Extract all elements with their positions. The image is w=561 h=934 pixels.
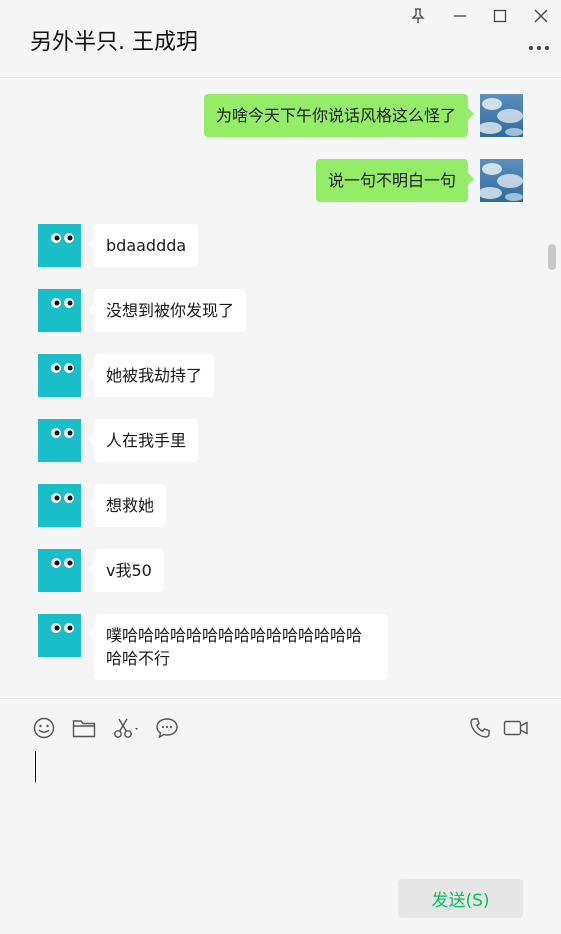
message-input[interactable] (30, 749, 530, 859)
more-icon[interactable] (527, 38, 551, 58)
avatar[interactable] (38, 289, 81, 332)
maximize-icon[interactable] (488, 5, 512, 27)
message-bubble[interactable]: 想救她 (87, 484, 167, 527)
chat-header: 另外半只. 王成玥 (0, 0, 561, 78)
video-icon[interactable] (502, 715, 530, 741)
avatar[interactable] (38, 354, 81, 397)
scrollbar-thumb[interactable] (548, 244, 556, 270)
folder-icon[interactable] (71, 715, 97, 741)
scissors-icon[interactable] (112, 715, 142, 741)
close-icon[interactable] (529, 5, 553, 27)
pin-icon[interactable] (406, 5, 430, 27)
avatar[interactable] (38, 484, 81, 527)
avatar[interactable] (38, 419, 81, 462)
chat-window: 另外半只. 王成玥 为啥今天下午你说话风格这么怪了 说一句不明白一句 bdaad… (0, 0, 561, 934)
message-bubble[interactable]: v我50 (88, 549, 164, 592)
message-bubble[interactable]: 没想到被你发现了 (87, 289, 247, 332)
avatar[interactable] (480, 159, 523, 202)
message-bubble[interactable]: 为啥今天下午你说话风格这么怪了 (203, 94, 475, 137)
avatar[interactable] (480, 94, 523, 137)
message-bubble[interactable]: 人在我手里 (87, 419, 199, 462)
message-bubble[interactable]: 噗哈哈哈哈哈哈哈哈哈哈哈哈哈哈哈哈哈不行 (88, 614, 388, 680)
minimize-icon[interactable] (448, 5, 472, 27)
message-list[interactable]: 为啥今天下午你说话风格这么怪了 说一句不明白一句 bdaaddda 没想到被你发… (0, 78, 561, 698)
avatar[interactable] (38, 549, 81, 592)
emoji-icon[interactable] (31, 715, 57, 741)
chat-title: 另外半只. 王成玥 (30, 30, 198, 55)
input-area: 发送(S) (0, 698, 561, 934)
message-bubble[interactable]: 她被我劫持了 (87, 354, 215, 397)
send-button[interactable]: 发送(S) (398, 879, 523, 918)
avatar[interactable] (38, 614, 81, 657)
message-bubble[interactable]: bdaaddda (87, 224, 199, 267)
avatar[interactable] (38, 224, 81, 267)
message-bubble[interactable]: 说一句不明白一句 (315, 159, 475, 202)
chat-bubble-icon[interactable] (154, 715, 180, 741)
phone-icon[interactable] (467, 715, 493, 741)
